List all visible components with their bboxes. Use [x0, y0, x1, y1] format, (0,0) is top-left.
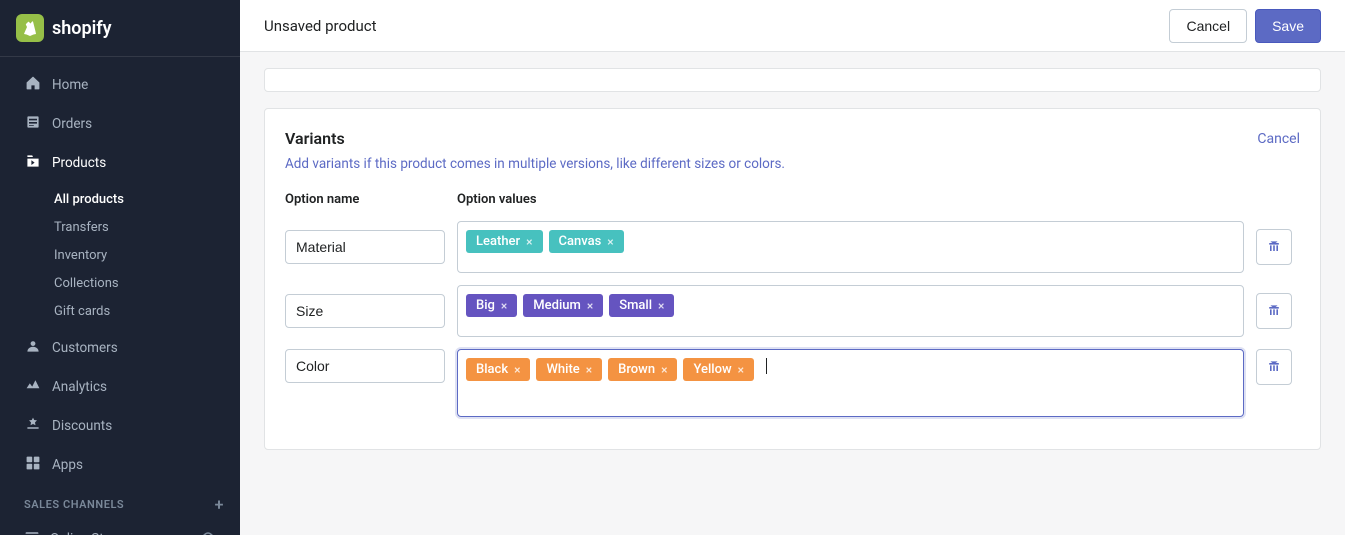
tag-canvas: Canvas ×: [549, 230, 624, 253]
cancel-button[interactable]: Cancel: [1169, 9, 1247, 43]
sidebar-item-products-label: Products: [52, 155, 106, 171]
sidebar-item-online-store[interactable]: Online Store: [8, 521, 232, 535]
tag-black: Black ×: [466, 358, 530, 381]
tag-white-label: White: [546, 362, 579, 377]
products-icon: [24, 153, 42, 173]
variants-cancel-link[interactable]: Cancel: [1257, 131, 1300, 147]
sidebar-item-transfers[interactable]: Transfers: [44, 214, 232, 241]
products-submenu: All products Transfers Inventory Collect…: [0, 183, 240, 328]
tag-canvas-remove[interactable]: ×: [607, 235, 613, 249]
tag-medium: Medium ×: [523, 294, 603, 317]
option-row-color: Black × White × Brown × Yellow ×: [285, 349, 1300, 417]
option-name-input-size[interactable]: [285, 294, 445, 328]
tag-big: Big ×: [466, 294, 517, 317]
sidebar-item-customers-label: Customers: [52, 340, 118, 356]
text-cursor: [766, 358, 767, 374]
sidebar-item-customers[interactable]: Customers: [8, 329, 232, 367]
tag-medium-label: Medium: [533, 298, 581, 313]
content-area: Variants Cancel Add variants if this pro…: [240, 52, 1345, 474]
delete-material-button[interactable]: [1256, 229, 1292, 265]
variants-card: Variants Cancel Add variants if this pro…: [264, 108, 1321, 450]
shopify-logo-icon: [16, 14, 44, 42]
save-button[interactable]: Save: [1255, 9, 1321, 43]
option-row-material: Leather × Canvas ×: [285, 221, 1300, 273]
tag-leather-remove[interactable]: ×: [526, 235, 532, 249]
option-name-input-color[interactable]: [285, 349, 445, 383]
col-option-values-header: Option values: [457, 192, 1244, 207]
variants-title: Variants: [285, 129, 345, 148]
tag-brown-remove[interactable]: ×: [661, 363, 667, 377]
sidebar-item-discounts[interactable]: Discounts: [8, 407, 232, 445]
tag-yellow-label: Yellow: [693, 362, 731, 377]
sidebar-item-home-label: Home: [52, 77, 88, 93]
sales-channels-header: SALES CHANNELS +: [0, 485, 240, 520]
option-row-size: Big × Medium × Small ×: [285, 285, 1300, 337]
sidebar-navigation: Home Orders Products All products Transf…: [0, 57, 240, 535]
tag-small-label: Small: [619, 298, 652, 313]
sidebar-item-analytics[interactable]: Analytics: [8, 368, 232, 406]
top-bar-actions: Cancel Save: [1169, 9, 1321, 43]
option-values-color[interactable]: Black × White × Brown × Yellow ×: [457, 349, 1244, 417]
main-content: Unsaved product Cancel Save Variants Can…: [240, 0, 1345, 535]
delete-size-button[interactable]: [1256, 293, 1292, 329]
tag-canvas-label: Canvas: [559, 234, 602, 249]
col-option-name-header: Option name: [285, 192, 445, 207]
sidebar-item-apps-label: Apps: [52, 457, 83, 473]
option-name-input-material[interactable]: [285, 230, 445, 264]
tag-big-label: Big: [476, 298, 495, 313]
customers-icon: [24, 338, 42, 358]
option-values-size[interactable]: Big × Medium × Small ×: [457, 285, 1244, 337]
tag-yellow-remove[interactable]: ×: [738, 363, 744, 377]
sidebar-logo: shopify: [0, 0, 240, 57]
variants-description: Add variants if this product comes in mu…: [285, 156, 1300, 172]
tag-big-remove[interactable]: ×: [501, 299, 507, 313]
sidebar-item-inventory[interactable]: Inventory: [44, 242, 232, 269]
sidebar-item-orders-label: Orders: [52, 116, 92, 132]
partial-card: [264, 68, 1321, 92]
logo-text: shopify: [52, 18, 112, 39]
sales-channels-label: SALES CHANNELS: [24, 498, 124, 511]
home-icon: [24, 75, 42, 95]
sidebar-item-gift-cards[interactable]: Gift cards: [44, 298, 232, 325]
orders-icon: [24, 114, 42, 134]
discounts-icon: [24, 416, 42, 436]
sidebar-item-analytics-label: Analytics: [52, 379, 107, 395]
sidebar: shopify Home Orders Products All product…: [0, 0, 240, 535]
tag-yellow: Yellow ×: [683, 358, 754, 381]
online-store-label: Online Store: [50, 531, 123, 535]
tag-small-remove[interactable]: ×: [658, 299, 664, 313]
variants-header: Variants Cancel: [285, 129, 1300, 148]
option-values-material[interactable]: Leather × Canvas ×: [457, 221, 1244, 273]
tag-medium-remove[interactable]: ×: [587, 299, 593, 313]
delete-color-button[interactable]: [1256, 349, 1292, 385]
tag-leather: Leather ×: [466, 230, 543, 253]
sidebar-item-products[interactable]: Products: [8, 144, 232, 182]
online-store-left: Online Store: [24, 529, 123, 535]
online-store-visibility-icon[interactable]: [200, 529, 216, 535]
sidebar-item-home[interactable]: Home: [8, 66, 232, 104]
sidebar-item-all-products[interactable]: All products: [44, 186, 232, 213]
tag-leather-label: Leather: [476, 234, 520, 249]
sidebar-item-orders[interactable]: Orders: [8, 105, 232, 143]
options-header-row: Option name Option values: [285, 192, 1300, 215]
page-title: Unsaved product: [264, 17, 377, 35]
tag-brown-label: Brown: [618, 362, 655, 377]
tag-white: White ×: [536, 358, 602, 381]
sidebar-item-discounts-label: Discounts: [52, 418, 112, 434]
tag-black-remove[interactable]: ×: [514, 363, 520, 377]
sidebar-item-apps[interactable]: Apps: [8, 446, 232, 484]
top-bar: Unsaved product Cancel Save: [240, 0, 1345, 52]
online-store-icon: [24, 529, 40, 535]
tag-white-remove[interactable]: ×: [586, 363, 592, 377]
tag-small: Small ×: [609, 294, 674, 317]
tag-black-label: Black: [476, 362, 508, 377]
sidebar-item-collections[interactable]: Collections: [44, 270, 232, 297]
tag-brown: Brown ×: [608, 358, 677, 381]
apps-icon: [24, 455, 42, 475]
add-sales-channel-icon[interactable]: +: [215, 495, 224, 514]
analytics-icon: [24, 377, 42, 397]
